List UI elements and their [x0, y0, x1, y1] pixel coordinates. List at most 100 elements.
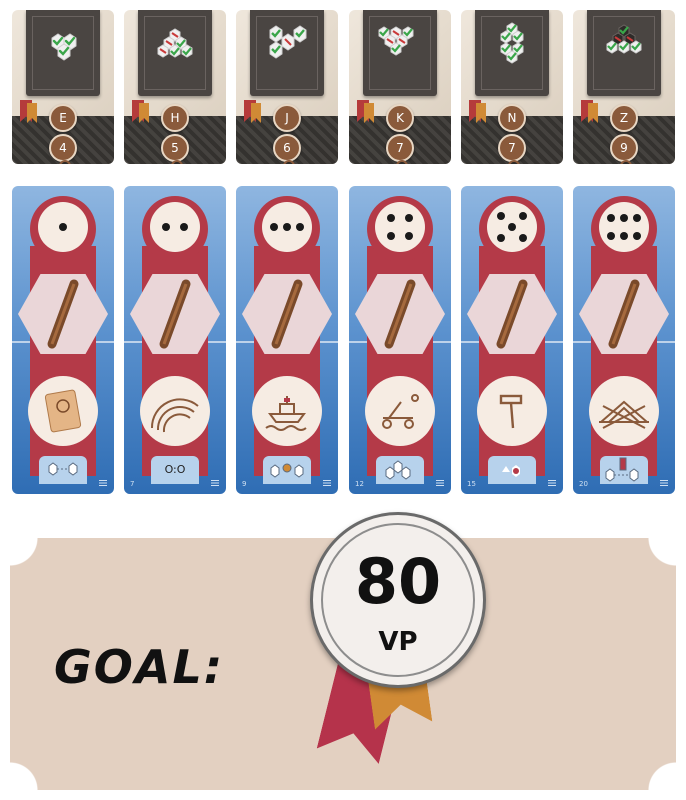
hex-pattern-icon — [378, 26, 414, 56]
die-face — [375, 202, 425, 252]
mission-letter-medal: E — [49, 104, 77, 132]
dice-card[interactable]: 12 — [349, 186, 451, 494]
tower-path-icon — [605, 457, 639, 482]
die-pip — [387, 232, 395, 240]
hammer-icon — [499, 394, 523, 429]
mission-points-medal: 5 — [161, 134, 189, 162]
die-pip — [180, 223, 188, 231]
mission-points-medal: 9 — [610, 134, 638, 162]
card-frame — [26, 10, 100, 96]
card-frame — [138, 10, 212, 96]
die-pip — [283, 223, 291, 231]
die-pip — [296, 223, 304, 231]
mission-card[interactable]: K 7 — [349, 10, 451, 164]
mission-letter-medal: K — [386, 104, 414, 132]
card-number: 20 — [579, 480, 588, 488]
die-pip — [387, 214, 395, 222]
camp-icon — [599, 400, 649, 429]
goal-value: 80 — [354, 545, 442, 618]
mission-points-medal: 6 — [273, 134, 301, 162]
die-pip — [162, 223, 170, 231]
die-pip — [497, 212, 505, 220]
card-footer — [263, 456, 311, 484]
action-circle — [589, 376, 659, 446]
dice-card[interactable]: 9 — [236, 186, 338, 494]
hex-pattern-icon — [500, 22, 524, 64]
card-frame — [475, 10, 549, 96]
dice-card[interactable]: 15 — [461, 186, 563, 494]
path-icon — [48, 462, 78, 476]
action-circle — [140, 376, 210, 446]
hex-cluster-icon — [385, 460, 411, 480]
die-face — [262, 202, 312, 252]
die-pip — [607, 214, 615, 222]
die-pip — [270, 223, 278, 231]
die-pip — [620, 214, 628, 222]
hex-pattern-icon — [157, 28, 193, 58]
menu-icon — [660, 480, 668, 486]
footer-symbol: O:O — [164, 463, 186, 476]
menu-icon — [436, 480, 444, 486]
die-pip — [620, 232, 628, 240]
goal-unit: VP — [378, 627, 418, 657]
card-footer — [488, 456, 536, 484]
dice-card[interactable]: 20 — [573, 186, 675, 494]
rainbow-icon — [150, 398, 199, 433]
die-pip — [405, 214, 413, 222]
catapult-icon — [382, 394, 419, 429]
menu-icon — [323, 480, 331, 486]
action-circle — [365, 376, 435, 446]
dice-card[interactable] — [12, 186, 114, 494]
mission-points-medal: 7 — [498, 134, 526, 162]
die-pip — [519, 234, 527, 242]
hex-pattern-icon — [51, 33, 77, 61]
card-number: 9 — [242, 480, 247, 488]
hex-pattern-icon — [606, 24, 642, 54]
die-face — [487, 202, 537, 252]
menu-icon — [211, 480, 219, 486]
menu-icon — [548, 480, 556, 486]
card-frame — [587, 10, 661, 96]
card-footer — [376, 456, 424, 484]
mission-card[interactable]: Z 9 — [573, 10, 675, 164]
mission-points-medal: 7 — [386, 134, 414, 162]
die-face — [38, 202, 88, 252]
card-footer — [39, 456, 87, 484]
mission-letter-medal: Z — [610, 104, 638, 132]
mission-card[interactable]: H 5 — [124, 10, 226, 164]
card-number: 15 — [467, 480, 476, 488]
die-pip — [59, 223, 67, 231]
mission-letter-medal: N — [498, 104, 526, 132]
coin-hex-icon — [270, 463, 304, 478]
ticket-icon — [44, 389, 82, 433]
die-face — [599, 202, 649, 252]
card-number: 7 — [130, 480, 135, 488]
die-pip — [519, 212, 527, 220]
card-frame — [250, 10, 324, 96]
mission-card[interactable]: E 4 — [12, 10, 114, 164]
action-circle — [252, 376, 322, 446]
card-number: 12 — [355, 480, 364, 488]
mission-card[interactable]: N 7 — [461, 10, 563, 164]
card-footer — [600, 456, 648, 484]
action-circle — [477, 376, 547, 446]
die-pip — [633, 214, 641, 222]
card-frame — [363, 10, 437, 96]
resource-icon — [502, 465, 520, 477]
die-pip — [405, 232, 413, 240]
dice-card[interactable]: O:O 7 — [124, 186, 226, 494]
die-pip — [607, 232, 615, 240]
die-pip — [508, 223, 516, 231]
mission-card[interactable]: J 6 — [236, 10, 338, 164]
action-circle — [28, 376, 98, 446]
boat-icon — [265, 396, 307, 431]
mission-letter-medal: H — [161, 104, 189, 132]
die-pip — [497, 234, 505, 242]
hex-pattern-icon — [269, 25, 307, 59]
mission-letter-medal: J — [273, 104, 301, 132]
die-face — [150, 202, 200, 252]
goal-label: GOAL: — [54, 640, 225, 694]
card-footer: O:O — [151, 456, 199, 484]
die-pip — [633, 232, 641, 240]
mission-points-medal: 4 — [49, 134, 77, 162]
